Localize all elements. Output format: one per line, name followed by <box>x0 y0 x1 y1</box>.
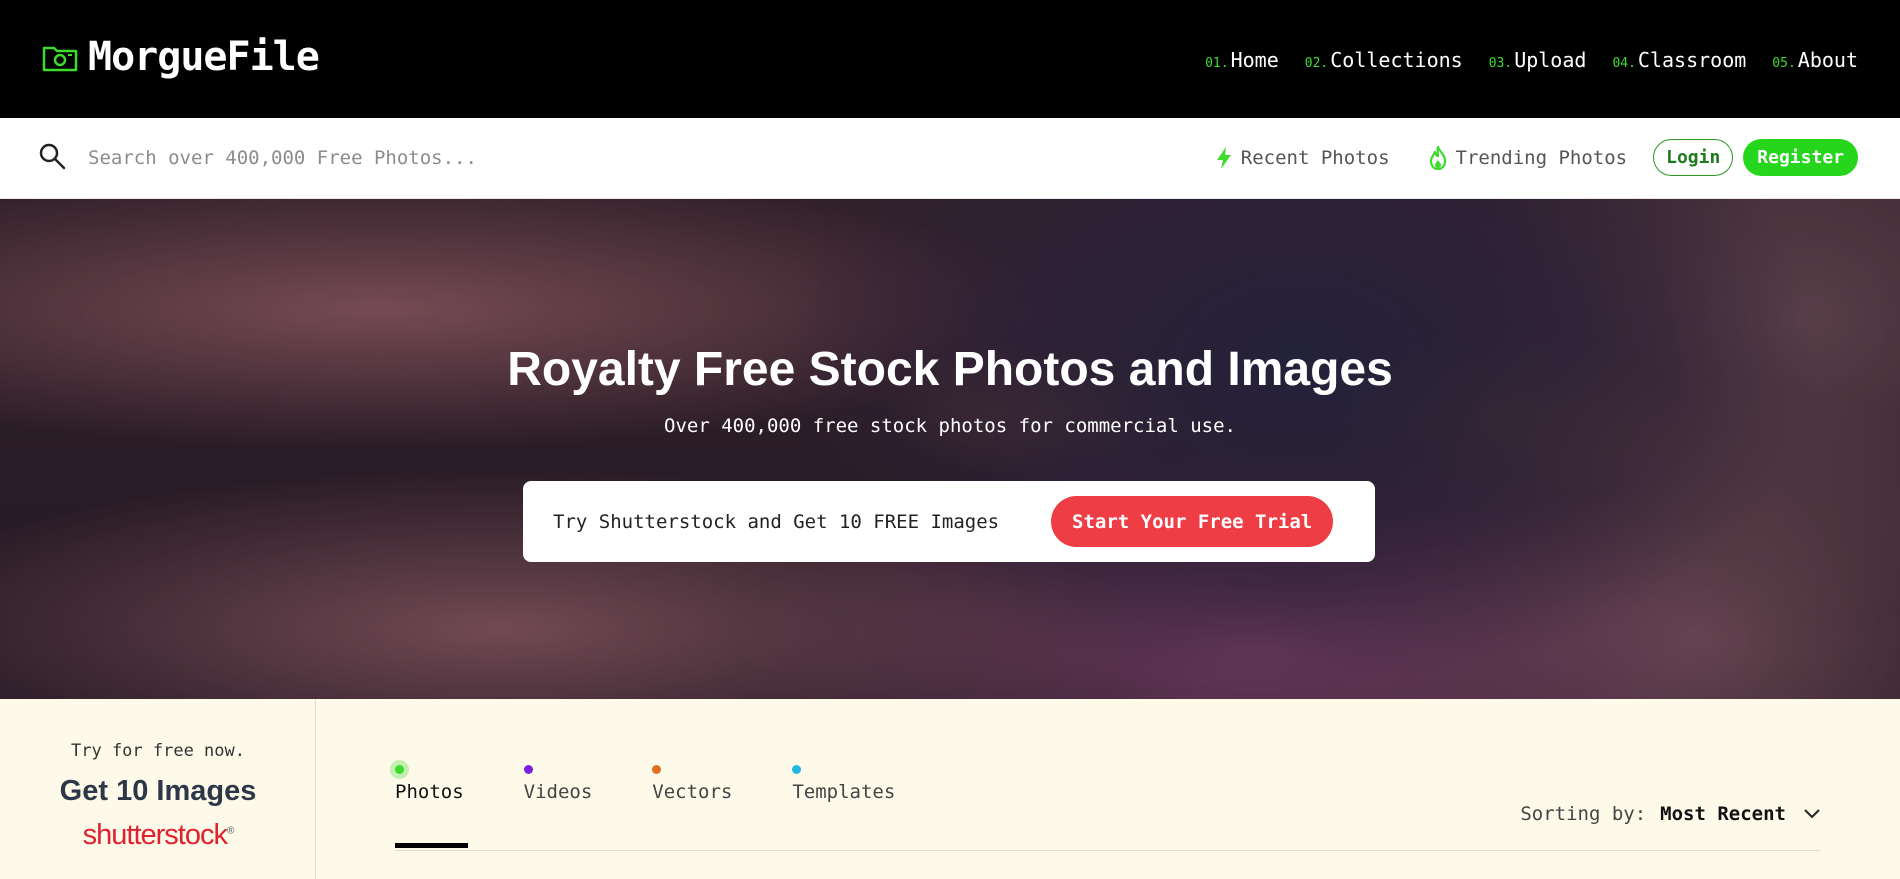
hero-banner: Royalty Free Stock Photos and Images Ove… <box>0 199 1900 699</box>
sorting-value: Most Recent <box>1660 803 1786 825</box>
shutterstock-promo-box: Try Shutterstock and Get 10 FREE Images … <box>523 481 1375 562</box>
brand-text: shutterstock <box>82 819 228 851</box>
tabs-divider <box>395 850 1820 851</box>
tab-dot <box>395 765 404 774</box>
sorting-dropdown[interactable]: Sorting by: Most Recent <box>1520 803 1820 825</box>
ad-headline: Get 10 Images <box>59 775 257 807</box>
nav-label: About <box>1797 48 1858 72</box>
camera-folder-icon <box>42 46 78 72</box>
nav-number: 02. <box>1304 56 1329 71</box>
tab-videos[interactable]: Videos <box>523 765 593 803</box>
search-bar: Recent Photos Trending Photos Login Regi… <box>0 118 1900 199</box>
tab-templates[interactable]: Templates <box>792 765 895 803</box>
main-nav: 01. Home 02. Collections 03. Upload 04. Clas… <box>1205 48 1858 72</box>
tab-label: Templates <box>792 781 896 803</box>
tab-dot <box>652 765 662 774</box>
active-tab-indicator <box>395 843 468 848</box>
nav-number: 05. <box>1772 56 1796 71</box>
content-type-tabs: Photos Videos Vectors Templates <box>395 765 955 803</box>
hero-subtitle: Over 400,000 free stock photos for comme… <box>664 415 1236 437</box>
trending-photos-label: Trending Photos <box>1455 146 1628 169</box>
tab-photos[interactable]: Photos <box>395 765 464 803</box>
start-free-trial-button[interactable]: Start Your Free Trial <box>1051 496 1334 547</box>
nav-label: Classroom <box>1637 48 1747 72</box>
top-navbar: MorgueFile 01. Home 02. Collections 03. Upl… <box>0 0 1900 118</box>
nav-label: Upload <box>1514 48 1587 72</box>
tab-label: Vectors <box>652 781 733 803</box>
tab-label: Videos <box>523 781 593 803</box>
nav-number: 04. <box>1612 56 1636 71</box>
tab-vectors[interactable]: Vectors <box>652 765 732 803</box>
trending-photos-link[interactable]: Trending Photos <box>1428 145 1628 170</box>
lightning-icon <box>1216 146 1231 169</box>
nav-upload[interactable]: 03. Upload <box>1489 48 1587 72</box>
search-icon[interactable] <box>38 142 66 170</box>
nav-collections[interactable]: 02. Collections <box>1305 48 1463 72</box>
hero-title: Royalty Free Stock Photos and Images <box>507 343 1393 396</box>
logo[interactable]: MorgueFile <box>42 34 320 80</box>
search-input[interactable] <box>88 140 688 176</box>
tab-label: Photos <box>395 781 464 803</box>
sorting-label: Sorting by: <box>1520 803 1647 825</box>
nav-about[interactable]: 05. About <box>1772 48 1858 72</box>
promo-text: Try Shutterstock and Get 10 FREE Images <box>553 510 1000 533</box>
nav-classroom[interactable]: 04. Classroom <box>1612 48 1746 72</box>
logo-text: MorgueFile <box>88 34 320 80</box>
nav-number: 01. <box>1205 56 1229 71</box>
nav-number: 03. <box>1488 56 1513 71</box>
recent-photos-link[interactable]: Recent Photos <box>1215 146 1390 170</box>
recent-photos-label: Recent Photos <box>1240 146 1390 169</box>
sidebar-ad[interactable]: Try for free now. Get 10 Images shutters… <box>0 699 316 879</box>
tab-dot <box>523 765 533 774</box>
tab-dot <box>792 765 802 774</box>
login-button[interactable]: Login <box>1653 139 1734 176</box>
flame-icon <box>1429 145 1446 170</box>
register-button[interactable]: Register <box>1743 139 1858 176</box>
ad-small-text: Try for free now. <box>71 741 245 761</box>
shutterstock-logo: shutterstock® <box>0 819 316 852</box>
quick-links: Recent Photos Trending Photos Login Regi… <box>1215 139 1858 176</box>
chevron-down-icon <box>1804 809 1820 819</box>
nav-label: Collections <box>1330 48 1463 72</box>
nav-home[interactable]: 01. Home <box>1205 48 1279 72</box>
nav-label: Home <box>1230 48 1279 72</box>
registered-mark: ® <box>226 825 234 837</box>
